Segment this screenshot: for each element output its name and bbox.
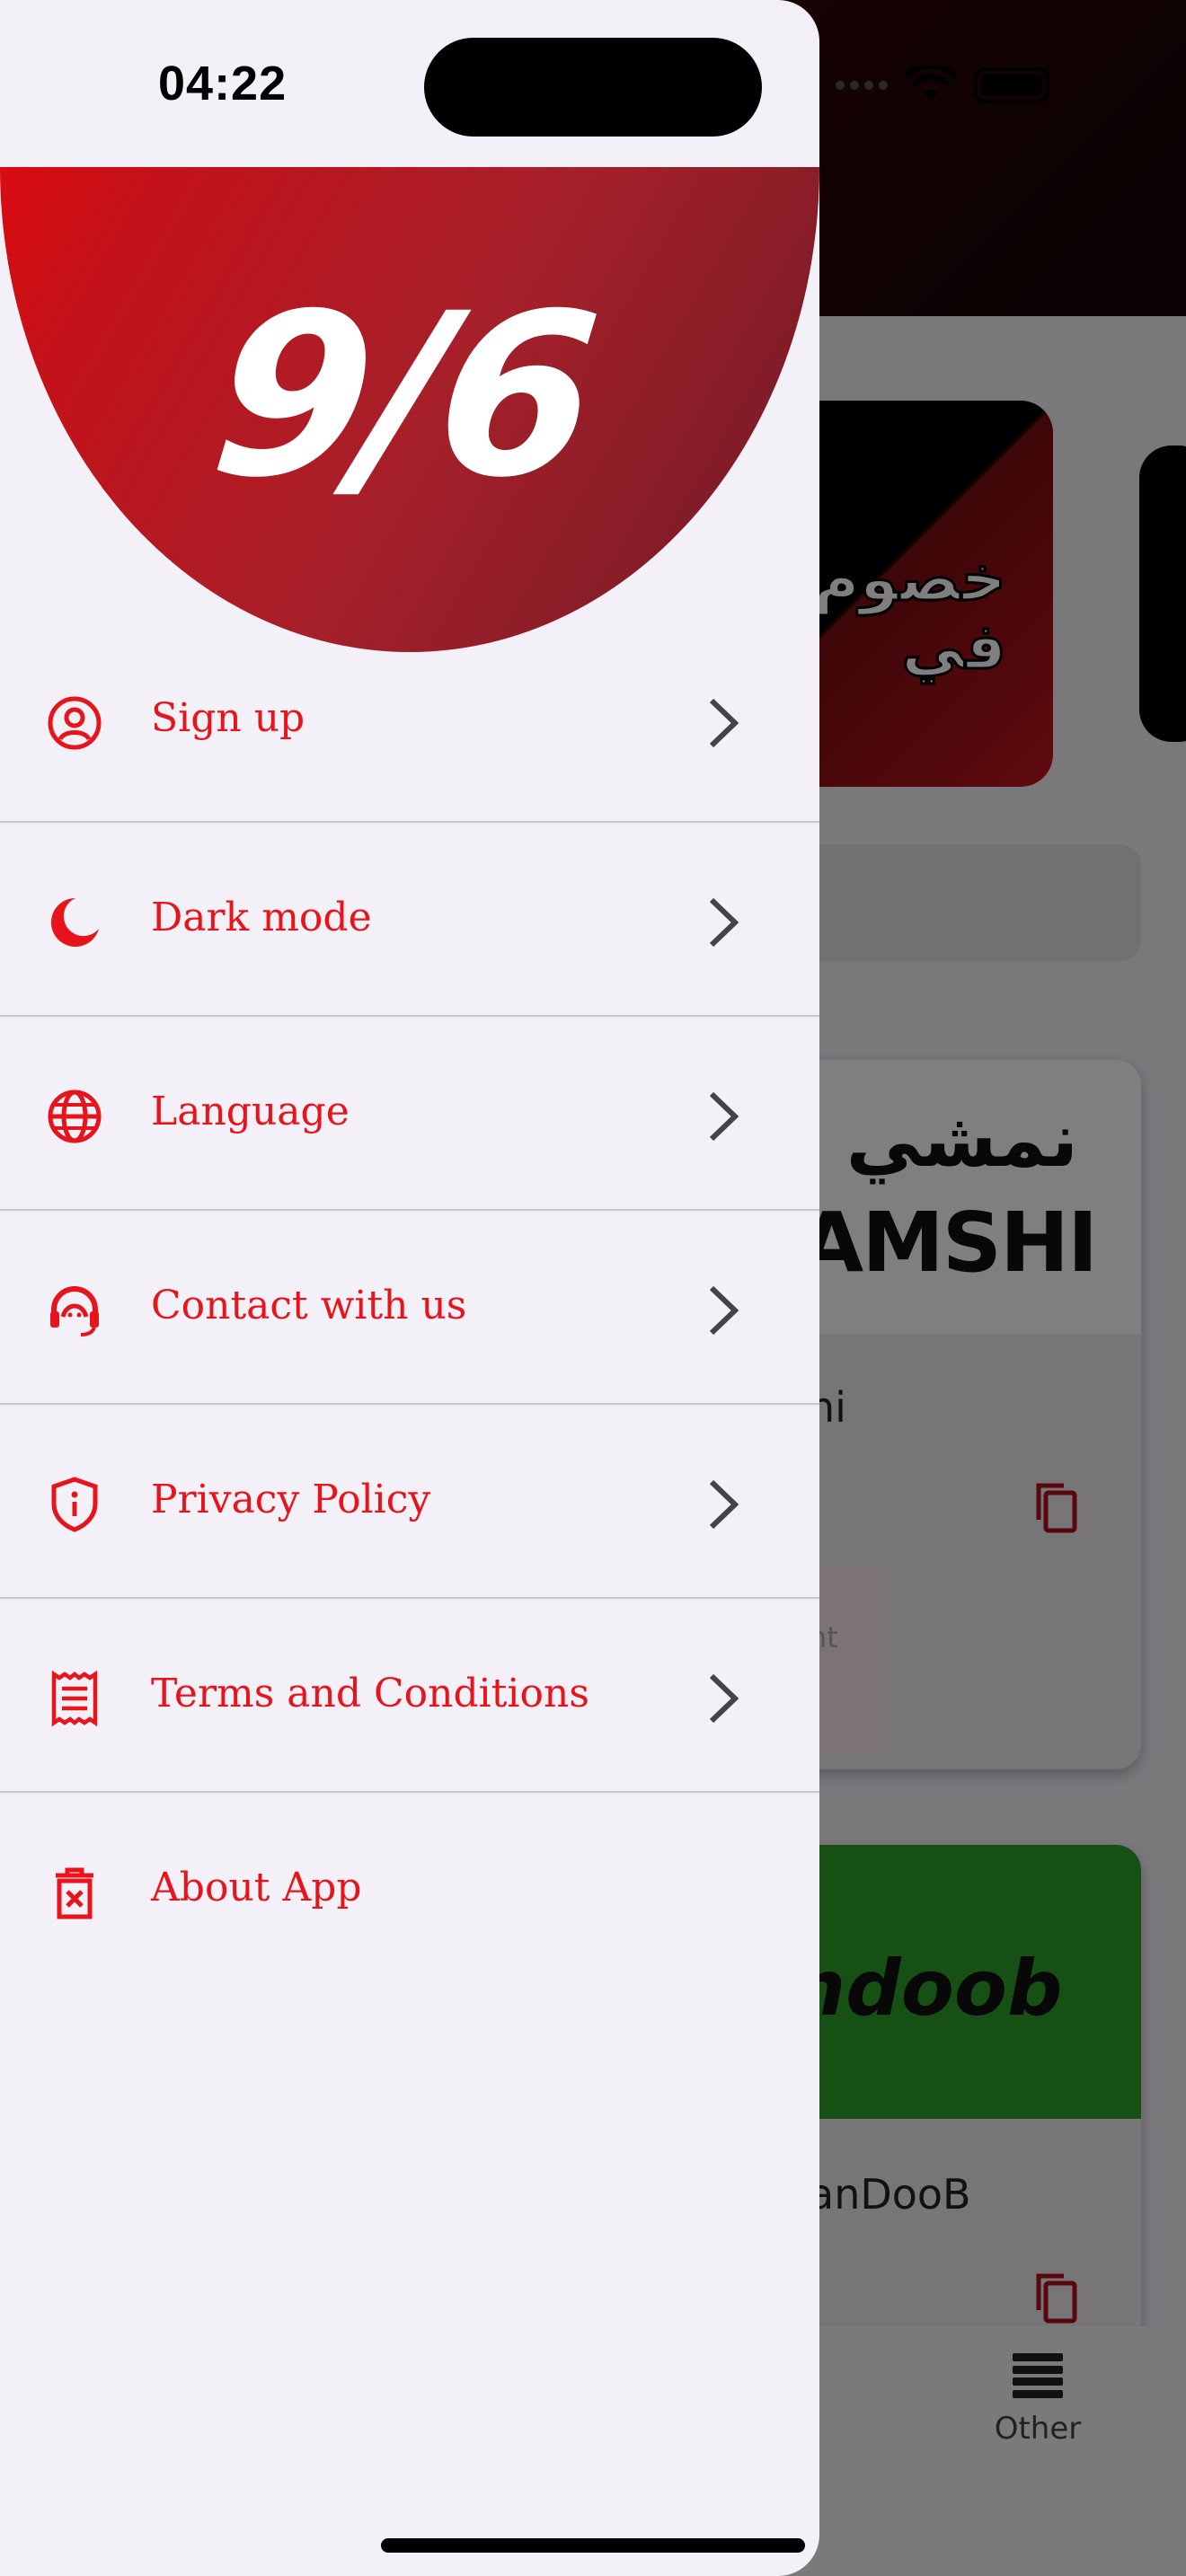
side-drawer: 04:22 9/6 Sign up Dark mode Language Con… xyxy=(0,0,819,2576)
trash-x-icon xyxy=(56,1867,93,1919)
chevron-right-icon xyxy=(709,1285,739,1336)
menu-item-label: Sign up xyxy=(151,695,305,741)
menu-item-language[interactable]: Language xyxy=(0,1017,819,1211)
moon-icon xyxy=(50,897,99,947)
menu-item-terms[interactable]: Terms and Conditions xyxy=(0,1599,819,1793)
shield-info-icon xyxy=(51,1477,98,1532)
dynamic-island xyxy=(424,38,762,137)
menu-item-label: Privacy Policy xyxy=(151,1477,431,1522)
menu-item-label: Dark mode xyxy=(151,895,372,940)
menu-item-privacy-policy[interactable]: Privacy Policy xyxy=(0,1405,819,1599)
globe-icon xyxy=(48,1090,102,1143)
chevron-right-icon xyxy=(709,1091,739,1142)
menu-item-sign-up[interactable]: Sign up xyxy=(0,652,819,823)
home-indicator[interactable] xyxy=(381,2538,805,2553)
chevron-right-icon xyxy=(709,897,739,948)
menu-item-dark-mode[interactable]: Dark mode xyxy=(0,823,819,1017)
headset-icon xyxy=(50,1286,99,1337)
chevron-right-icon xyxy=(709,1673,739,1724)
app-logo: 9/6 xyxy=(201,265,603,526)
menu-item-about-app[interactable]: About App xyxy=(0,1793,819,1987)
menu-item-label: Contact with us xyxy=(151,1283,467,1328)
receipt-icon xyxy=(51,1670,98,1727)
drawer-menu: Sign up Dark mode Language Contact with … xyxy=(0,652,819,1987)
menu-item-label: Terms and Conditions xyxy=(151,1671,589,1716)
drawer-header: 9/6 xyxy=(0,167,819,652)
status-time: 04:22 xyxy=(158,57,288,110)
menu-item-contact[interactable]: Contact with us xyxy=(0,1211,819,1405)
menu-item-label: About App xyxy=(151,1865,362,1910)
chevron-right-icon xyxy=(709,1479,739,1530)
chevron-right-icon xyxy=(709,698,739,748)
menu-item-label: Language xyxy=(151,1089,350,1134)
user-circle-icon xyxy=(48,696,102,750)
